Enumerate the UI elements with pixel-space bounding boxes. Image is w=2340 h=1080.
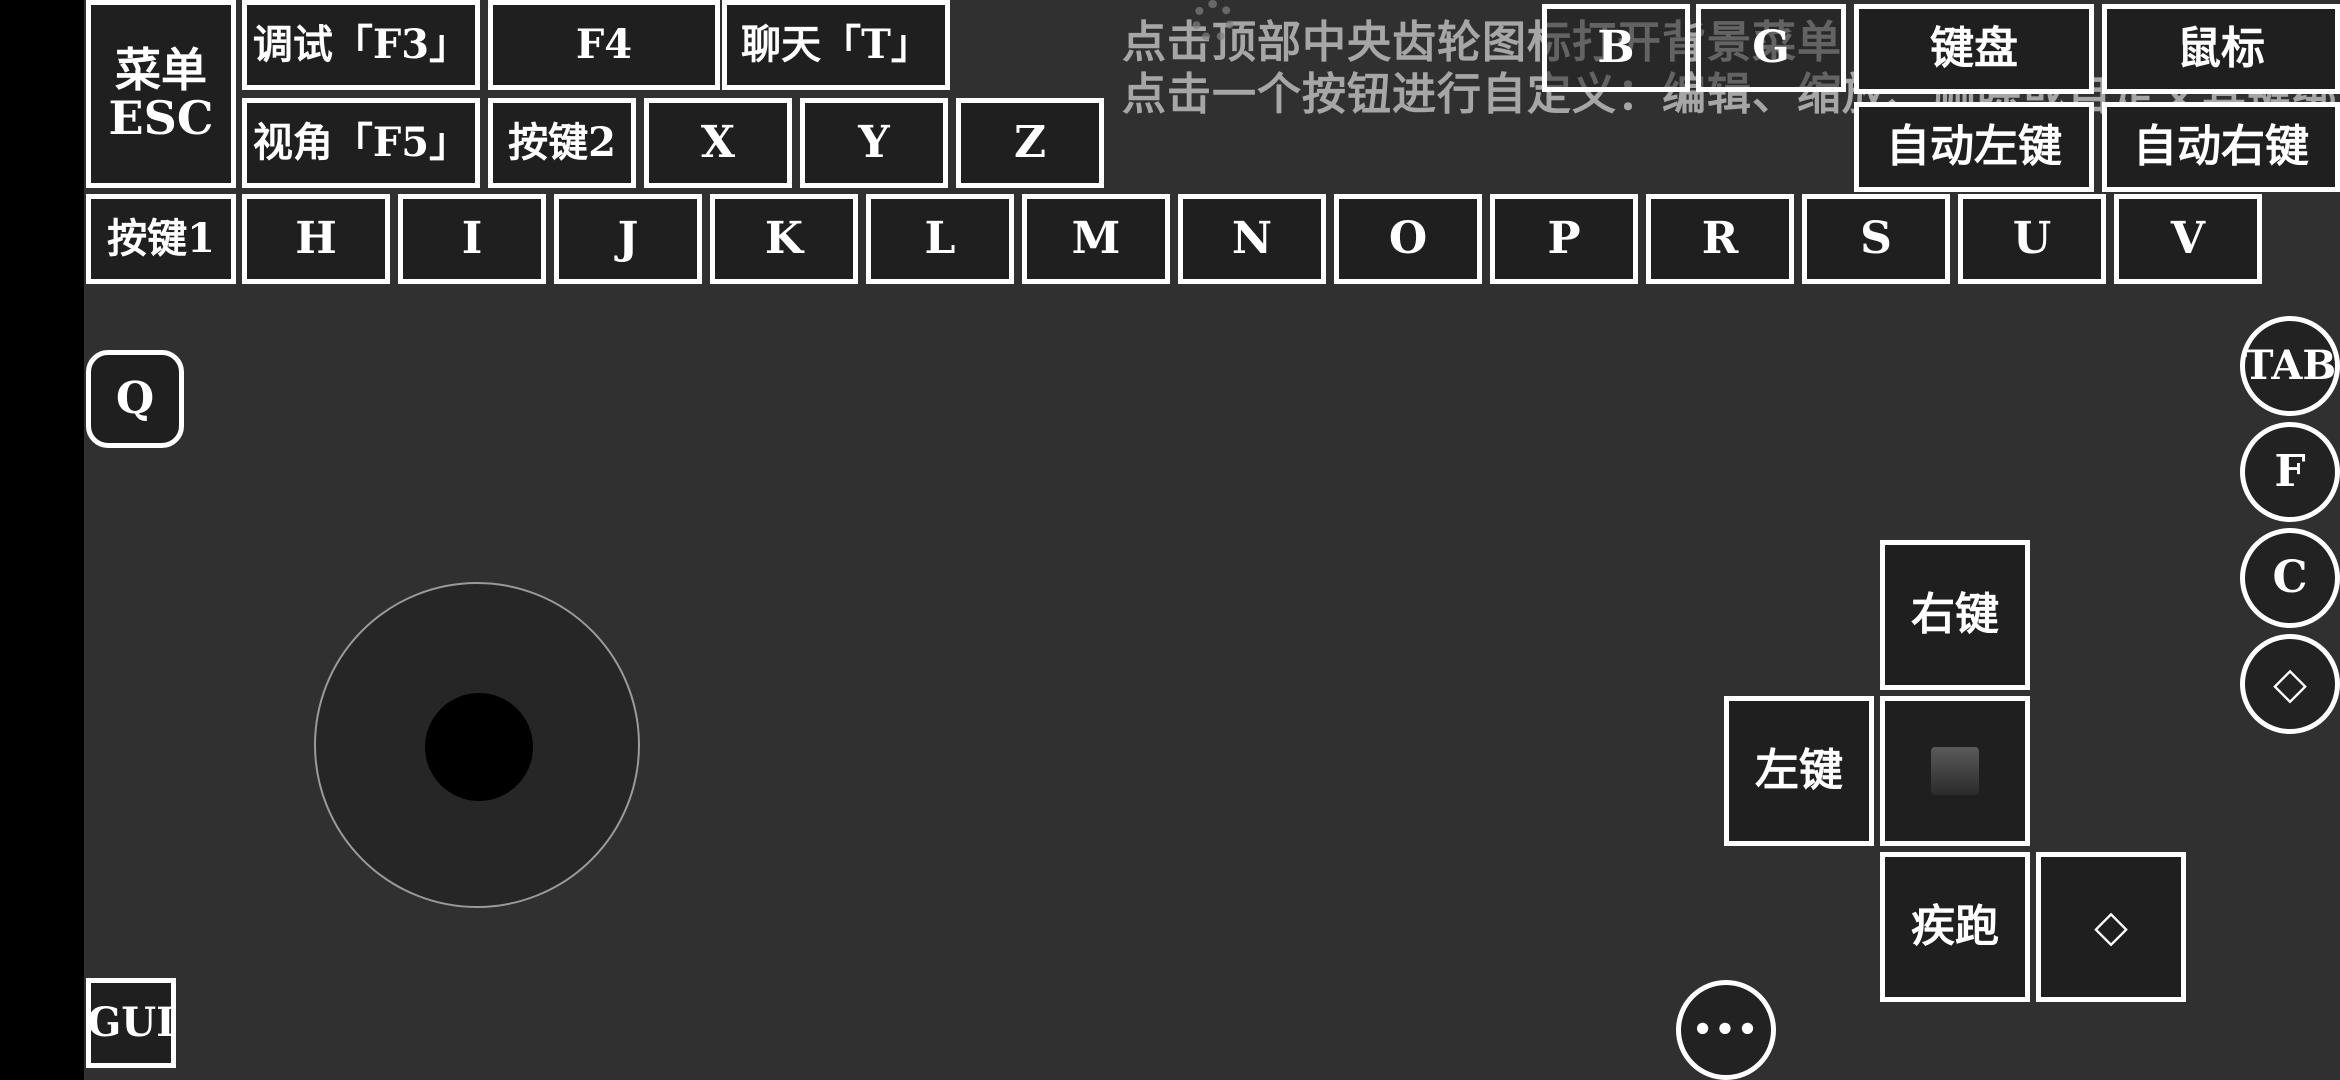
chat-t-button[interactable]: 聊天「T」 (722, 0, 950, 90)
square-icon (1931, 747, 1979, 795)
x-button[interactable]: X (644, 98, 792, 188)
mouse-button[interactable]: 鼠标 (2102, 4, 2340, 94)
diamond-icon: ◇ (2094, 900, 2128, 952)
r-button[interactable]: R (1646, 194, 1794, 284)
left-click-button[interactable]: 左键 (1724, 696, 1874, 846)
joystick-knob[interactable] (425, 693, 533, 801)
f-button[interactable]: F (2240, 422, 2340, 522)
s-button[interactable]: S (1802, 194, 1950, 284)
menu-esc-button[interactable]: 菜单 ESC (86, 0, 236, 188)
o-button[interactable]: O (1334, 194, 1482, 284)
j-button[interactable]: J (554, 194, 702, 284)
n-button[interactable]: N (1178, 194, 1326, 284)
debug-f3-button[interactable]: 调试「F3」 (242, 0, 480, 90)
diamond-icon: ◇ (2273, 657, 2307, 709)
k-button[interactable]: K (710, 194, 858, 284)
m-button[interactable]: M (1022, 194, 1170, 284)
left-black-bar (0, 0, 84, 1080)
keyboard-button[interactable]: 键盘 (1854, 4, 2094, 94)
f4-button[interactable]: F4 (488, 0, 720, 90)
gear-icon[interactable] (1192, 0, 1234, 42)
more-icon: ••• (1692, 1010, 1760, 1049)
middle-click-button[interactable] (1880, 696, 2030, 846)
c-button[interactable]: C (2240, 528, 2340, 628)
gui-button[interactable]: GUI (86, 978, 176, 1068)
auto-right-click-button[interactable]: 自动右键 (2102, 102, 2340, 192)
sprint-button[interactable]: 疾跑 (1880, 852, 2030, 1002)
y-button[interactable]: Y (800, 98, 948, 188)
v-button[interactable]: V (2114, 194, 2262, 284)
l-button[interactable]: L (866, 194, 1014, 284)
auto-left-click-button[interactable]: 自动左键 (1854, 102, 2094, 192)
q-button[interactable]: Q (86, 350, 184, 448)
movement-joystick[interactable] (314, 582, 640, 908)
h-button[interactable]: H (242, 194, 390, 284)
key2-button[interactable]: 按键2 (488, 98, 636, 188)
diamond-pad-button[interactable]: ◇ (2036, 852, 2186, 1002)
more-button[interactable]: ••• (1676, 980, 1776, 1080)
p-button[interactable]: P (1490, 194, 1638, 284)
tab-button[interactable]: TAB (2240, 316, 2340, 416)
g-button[interactable]: G (1696, 4, 1846, 92)
u-button[interactable]: U (1958, 194, 2106, 284)
right-click-button[interactable]: 右键 (1880, 540, 2030, 690)
view-f5-button[interactable]: 视角「F5」 (242, 98, 480, 188)
key1-button[interactable]: 按键1 (86, 194, 236, 284)
z-button[interactable]: Z (956, 98, 1104, 188)
b-button[interactable]: B (1542, 4, 1690, 92)
diamond-button[interactable]: ◇ (2240, 634, 2340, 734)
i-button[interactable]: I (398, 194, 546, 284)
